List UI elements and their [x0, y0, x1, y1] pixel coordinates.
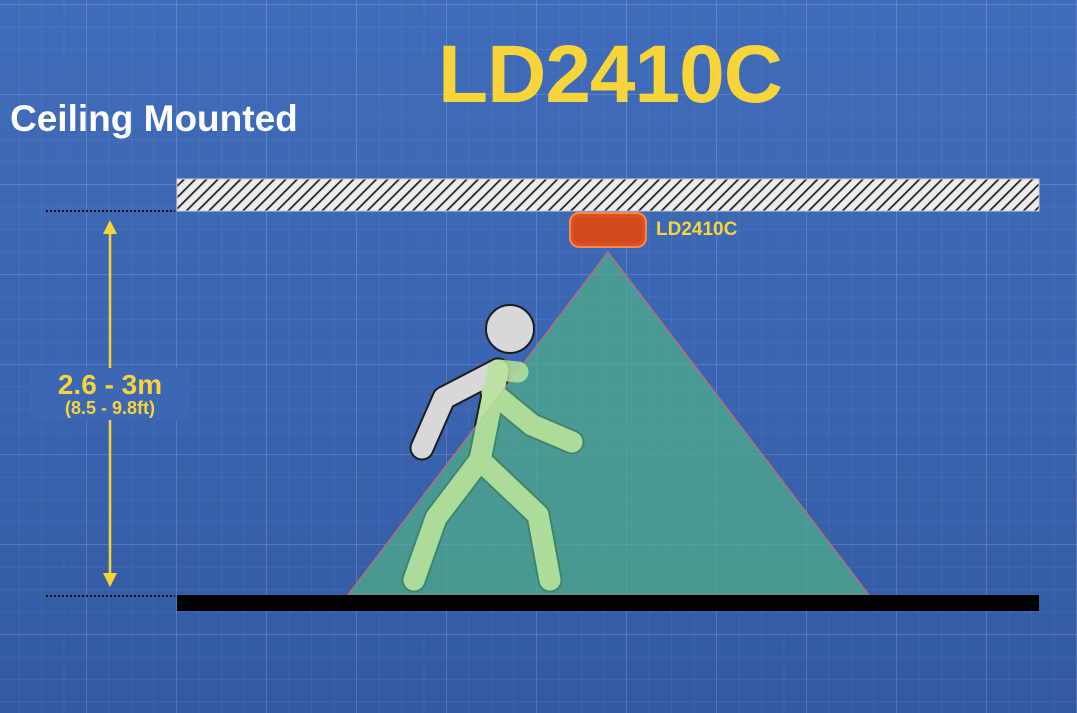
sensor-label: LD2410C	[656, 219, 738, 240]
height-imperial: (8.5 - 9.8ft)	[64, 398, 156, 419]
ceiling-surface	[176, 178, 1040, 212]
floor-surface	[177, 595, 1039, 611]
height-metric: 2.6 - 3m	[57, 369, 163, 400]
mounting-height-label: 2.6 - 3m (8.5 - 9.8ft)	[30, 368, 190, 421]
installation-diagram	[46, 178, 1040, 611]
person-head	[485, 304, 535, 354]
